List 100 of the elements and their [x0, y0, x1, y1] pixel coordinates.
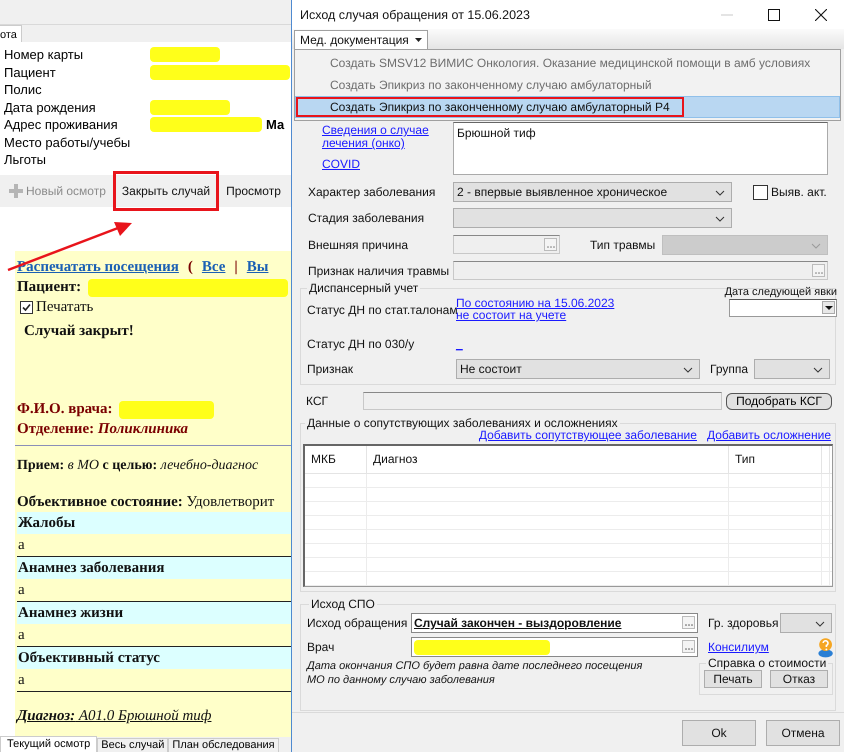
field-label: Признак наличия травмы: [307, 264, 450, 278]
doctor-label: Ф.И.О. врача:: [17, 401, 113, 417]
section-text: а: [17, 536, 26, 555]
link[interactable]: Консилиум: [708, 640, 769, 654]
section-title: Жалобы: [17, 512, 292, 534]
chevron-icon: [683, 367, 693, 373]
link[interactable]: Сведения о случае лечения (онко): [322, 124, 432, 150]
plus-icon: [9, 184, 23, 198]
tab[interactable]: Текущий осмотр: [0, 736, 98, 752]
link[interactable]: По состоянию на 15.06.2023: [456, 297, 719, 309]
dialog-button[interactable]: Отмена: [766, 720, 840, 746]
status-text: Случай закрыт!: [24, 322, 135, 341]
toolbar-button[interactable]: Просмотр: [221, 180, 286, 202]
note-text: МО по данному случаю заболевания: [307, 673, 496, 687]
note-text: Дата окончания СПО будет равна дате последнего посещения: [307, 659, 644, 673]
field-label: Льготы: [4, 152, 48, 168]
field-label: Дата следующей явки: [724, 286, 837, 298]
caret-icon: [414, 38, 422, 42]
combo-box[interactable]: 2 - впервые выявленное хроническое: [453, 182, 732, 202]
combo-box[interactable]: [780, 613, 832, 633]
close-icon[interactable]: [815, 8, 827, 20]
combo-box[interactable]: [754, 359, 830, 379]
window-title: Исход случая обращения от 15.06.2023: [300, 8, 531, 22]
field-label: Признак: [306, 362, 354, 376]
dialog-button[interactable]: Отказ: [770, 670, 828, 688]
link[interactable]: не состоит на учете: [456, 309, 719, 321]
section-text: а: [17, 626, 26, 645]
column-header[interactable]: МКБ: [305, 446, 367, 473]
diagnosis-text-area[interactable]: Брюшной тиф: [453, 122, 828, 175]
input-field[interactable]: Случай закончен - выздоровление: [411, 613, 698, 633]
tab[interactable]: План обследования: [168, 738, 279, 752]
input-field[interactable]: [411, 637, 698, 657]
group-title: Данные о сопутствующих заболеваниях и осложнениях: [306, 416, 619, 430]
field-label: Тип травмы: [589, 238, 656, 252]
field-label: Врач: [307, 640, 336, 654]
link[interactable]: Вы: [246, 257, 268, 277]
chevron-icon: [815, 621, 825, 627]
ksg-button[interactable]: Подобрать КСГ: [726, 392, 832, 410]
field-value: Ма: [266, 117, 284, 132]
patient-label: Пациент:: [17, 279, 82, 295]
ellipsis-icon[interactable]: [682, 640, 695, 653]
field-label: Статус ДН по стат.талонам: [306, 303, 456, 317]
toolbar-button[interactable]: Закрыть случай: [116, 180, 216, 202]
field-label: Дата рождения: [4, 100, 97, 115]
menu-item[interactable]: Создать Эпикриз по законченному случаю амбулаторный P4: [295, 96, 840, 118]
field-label: КСГ: [305, 394, 330, 408]
menu-button[interactable]: Мед. документация: [294, 30, 428, 49]
checkbox[interactable]: [753, 184, 768, 200]
chevron-icon: [715, 216, 725, 222]
field-label: Адрес проживания: [4, 117, 119, 132]
department-text: Отделение: Поликлиника: [17, 420, 190, 439]
separator-text: |: [234, 258, 238, 277]
field-label: Группа: [709, 362, 750, 376]
section-title: Объективный статус: [17, 647, 292, 669]
chevron-icon: [811, 242, 821, 248]
combo-box[interactable]: Не состоит: [456, 359, 700, 379]
tab[interactable]: ота: [0, 25, 22, 42]
section-text: а: [17, 671, 26, 690]
field-label: Статус ДН по 030/у: [306, 337, 416, 351]
field-label: Гр. здоровья: [707, 616, 780, 630]
dialog-button[interactable]: Печать: [704, 670, 762, 688]
link[interactable]: Распечатать посещения: [17, 257, 179, 277]
maximize-icon[interactable]: [768, 8, 780, 20]
field-label: Внешняя причина: [307, 238, 410, 252]
tab[interactable]: Весь случай: [97, 738, 168, 752]
link[interactable]: COVID: [322, 158, 432, 171]
input-field[interactable]: [363, 392, 722, 410]
group-title: Диспансерный учет: [308, 281, 420, 295]
checkbox-label: Печатать: [36, 298, 94, 317]
chevron-icon: [715, 190, 725, 196]
link[interactable]: Добавить сопутствующее заболевание: [478, 428, 697, 444]
field-label: Пациент: [4, 64, 57, 80]
field-label: Характер заболевания: [307, 185, 436, 199]
diagnosis-text: Диагноз: A01.0 Брюшной тиф: [17, 707, 212, 726]
objective-text: Объективное состояние: Удовлетворит: [17, 493, 276, 512]
column-header[interactable]: Тип: [729, 446, 822, 473]
section-title: Анамнез заболевания: [17, 557, 292, 579]
combo-box[interactable]: [453, 208, 732, 228]
field-label: Полис: [4, 82, 43, 98]
group-title: Исход СПО: [310, 597, 376, 611]
field-label: Место работы/учебы: [4, 134, 132, 150]
link[interactable]: Добавить осложнение: [706, 428, 831, 444]
section-title: Анамнез жизни: [17, 602, 292, 624]
chevron-icon: [813, 367, 823, 373]
field-label: Исход обращения: [307, 616, 408, 630]
ellipsis-icon[interactable]: [682, 616, 695, 629]
checkbox-label: Выяв. акт.: [771, 185, 827, 199]
checkbox[interactable]: [20, 300, 33, 314]
separator-text: (: [188, 258, 193, 277]
dialog-button[interactable]: Ok: [682, 720, 756, 746]
field-label: Стадия заболевания: [307, 211, 426, 225]
dropdown-icon[interactable]: [822, 301, 835, 314]
reception-text: Прием: в МО с целью: лечебно-диагнос: [17, 457, 260, 475]
field-label: Номер карты: [4, 47, 84, 62]
section-text: а: [17, 581, 26, 600]
group-title: Справка о стоимости: [707, 656, 828, 670]
column-header[interactable]: Диагноз: [367, 446, 729, 473]
date-picker[interactable]: [729, 299, 837, 317]
link[interactable]: Все: [202, 257, 226, 277]
link[interactable]: _: [456, 337, 463, 351]
